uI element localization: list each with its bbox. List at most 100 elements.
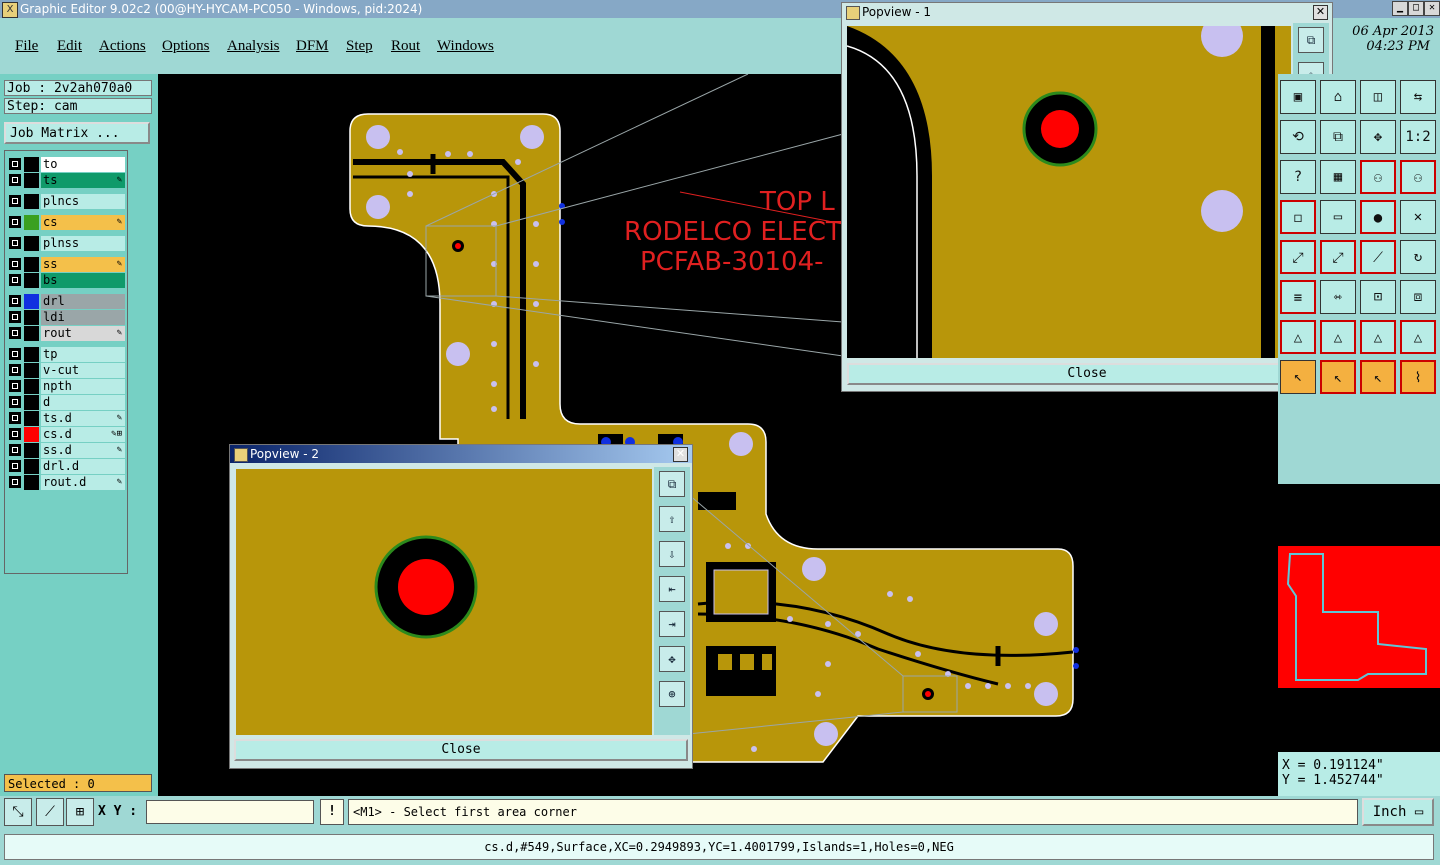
layer-row-drl[interactable]: drl — [7, 294, 125, 309]
layer-name[interactable]: cs.d ✎⊞ — [41, 427, 125, 442]
popview-1-close-icon[interactable]: ✕ — [1313, 5, 1328, 20]
xy-input[interactable] — [146, 800, 314, 824]
pointer-box-icon[interactable]: ↖ — [1320, 360, 1356, 394]
pointer-icon[interactable]: ↖ — [1280, 360, 1316, 394]
layer-color-swatch[interactable] — [24, 294, 39, 309]
layer-checkbox[interactable] — [9, 428, 21, 440]
menu-actions[interactable]: Actions — [99, 38, 146, 55]
layer-checkbox[interactable] — [9, 327, 21, 339]
pad-icon[interactable]: ● — [1360, 200, 1396, 234]
layer-name[interactable]: ldi — [41, 310, 125, 325]
ruler-icon[interactable]: ▭ — [1320, 200, 1356, 234]
popview-2-close-button[interactable]: Close — [234, 739, 688, 761]
popview-2-titlebar[interactable]: Popview - 2 ✕ — [230, 445, 692, 463]
layer-color-swatch[interactable] — [24, 236, 39, 251]
text-icon[interactable]: ≡ — [1280, 280, 1316, 314]
layer-color-swatch[interactable] — [24, 173, 39, 188]
menu-options[interactable]: Options — [162, 38, 210, 55]
swap-icon[interactable]: ⇆ — [1400, 80, 1436, 114]
popview-1-close-button[interactable]: Close — [847, 363, 1327, 385]
minimize-button[interactable]: ▁ — [1392, 1, 1408, 16]
popview-zoom-in-icon[interactable]: ✥ — [659, 646, 685, 672]
layer-checkbox[interactable] — [9, 274, 21, 286]
layer-row-plnss[interactable]: plnss — [7, 236, 125, 251]
layer-name[interactable]: plncs — [41, 194, 125, 209]
grid-icon[interactable]: ⊞ — [66, 798, 94, 826]
layer-name[interactable]: tp — [41, 347, 125, 362]
menu-rout[interactable]: Rout — [391, 38, 420, 55]
layer-row-to[interactable]: to — [7, 157, 125, 172]
popview-2-window[interactable]: Popview - 2 ✕ ⧉ ⇧ ⇩ ⇤ ⇥ ✥ ⊕ Close — [229, 444, 693, 769]
layer-color-swatch[interactable] — [24, 443, 39, 458]
layer-checkbox[interactable] — [9, 380, 21, 392]
layer-checkbox[interactable] — [9, 295, 21, 307]
connect-alt-icon[interactable]: ⤢ — [1320, 240, 1356, 274]
layer-checkbox[interactable] — [9, 195, 21, 207]
grid-icon[interactable]: ▦ — [1320, 160, 1356, 194]
layer-color-swatch[interactable] — [24, 347, 39, 362]
layer-checkbox[interactable] — [9, 460, 21, 472]
layer-color-swatch[interactable] — [24, 194, 39, 209]
layer-name[interactable]: ts ✎ — [41, 173, 125, 188]
layer-color-swatch[interactable] — [24, 273, 39, 288]
layer-row-plncs[interactable]: plncs — [7, 194, 125, 209]
popview-2-canvas[interactable] — [236, 469, 652, 735]
layer-color-swatch[interactable] — [24, 326, 39, 341]
polygon-icon[interactable]: △ — [1360, 320, 1396, 354]
popview-pan-up-icon[interactable]: ⇧ — [659, 506, 685, 532]
exclamation-button[interactable]: ! — [320, 799, 344, 825]
layer-checkbox[interactable] — [9, 258, 21, 270]
menu-dfm[interactable]: DFM — [296, 38, 329, 55]
layer-checkbox[interactable] — [9, 412, 21, 424]
layer-name[interactable]: drl — [41, 294, 125, 309]
layer-row-rout[interactable]: rout ✎ — [7, 326, 125, 341]
popview-pan-down-icon[interactable]: ⇩ — [659, 541, 685, 567]
popview-2-close-icon[interactable]: ✕ — [673, 447, 688, 462]
layer-name[interactable]: npth — [41, 379, 125, 394]
layer-checkbox[interactable] — [9, 476, 21, 488]
layer-row-drl-d[interactable]: drl.d — [7, 459, 125, 474]
net-select-icon[interactable]: ⚇ — [1400, 160, 1436, 194]
popview-pan-left-icon[interactable]: ⇤ — [659, 576, 685, 602]
layer-row-ss[interactable]: ss ✎ — [7, 257, 125, 272]
overview-map[interactable] — [1278, 484, 1440, 752]
layer-name[interactable]: v-cut — [41, 363, 125, 378]
rotate-icon[interactable]: ⟲ — [1280, 120, 1316, 154]
layer-checkbox[interactable] — [9, 158, 21, 170]
maximize-button[interactable]: □ — [1408, 1, 1424, 16]
layer-color-swatch[interactable] — [24, 257, 39, 272]
scale-icon[interactable]: 1:2 — [1400, 120, 1436, 154]
layer-name[interactable]: cs ✎ — [41, 215, 125, 230]
arc-icon[interactable]: ↻ — [1400, 240, 1436, 274]
layer-row-ldi[interactable]: ldi — [7, 310, 125, 325]
layer-name[interactable]: drl.d — [41, 459, 125, 474]
pan-icon[interactable]: ✥ — [1360, 120, 1396, 154]
layer-name[interactable]: rout ✎ — [41, 326, 125, 341]
layer-name[interactable]: ts.d ✎ — [41, 411, 125, 426]
home-icon[interactable]: ⌂ — [1320, 80, 1356, 114]
layer-row-ts-d[interactable]: ts.d ✎ — [7, 411, 125, 426]
line-icon[interactable]: ⟋ — [1360, 240, 1396, 274]
layer-row-ss-d[interactable]: ss.d ✎ — [7, 443, 125, 458]
layer-row-cs[interactable]: cs ✎ — [7, 215, 125, 230]
measure-icon[interactable]: ⊡ — [1360, 280, 1396, 314]
view-icon[interactable]: ▣ — [1280, 80, 1316, 114]
popview-1-window[interactable]: Popview - 1 ✕ ⧉⇧⇩⇤⇥✥⊕ Close — [841, 2, 1333, 392]
popview-fit-icon[interactable]: ⧉ — [1298, 27, 1324, 53]
layer-color-swatch[interactable] — [24, 411, 39, 426]
layer-row-v-cut[interactable]: v-cut — [7, 363, 125, 378]
layer-checkbox[interactable] — [9, 364, 21, 376]
popview-1-titlebar[interactable]: Popview - 1 ✕ — [842, 3, 1332, 21]
layer-row-npth[interactable]: npth — [7, 379, 125, 394]
layer-color-swatch[interactable] — [24, 157, 39, 172]
popview-pan-right-icon[interactable]: ⇥ — [659, 611, 685, 637]
layer-color-swatch[interactable] — [24, 310, 39, 325]
layer-name[interactable]: plnss — [41, 236, 125, 251]
layer-color-swatch[interactable] — [24, 475, 39, 490]
layer-checkbox[interactable] — [9, 396, 21, 408]
select-box-icon[interactable]: ◻ — [1280, 200, 1316, 234]
window-close-button[interactable]: ✕ — [1424, 1, 1440, 16]
window-icon[interactable]: ◫ — [1360, 80, 1396, 114]
layer-color-swatch[interactable] — [24, 395, 39, 410]
layer-name[interactable]: ss.d ✎ — [41, 443, 125, 458]
